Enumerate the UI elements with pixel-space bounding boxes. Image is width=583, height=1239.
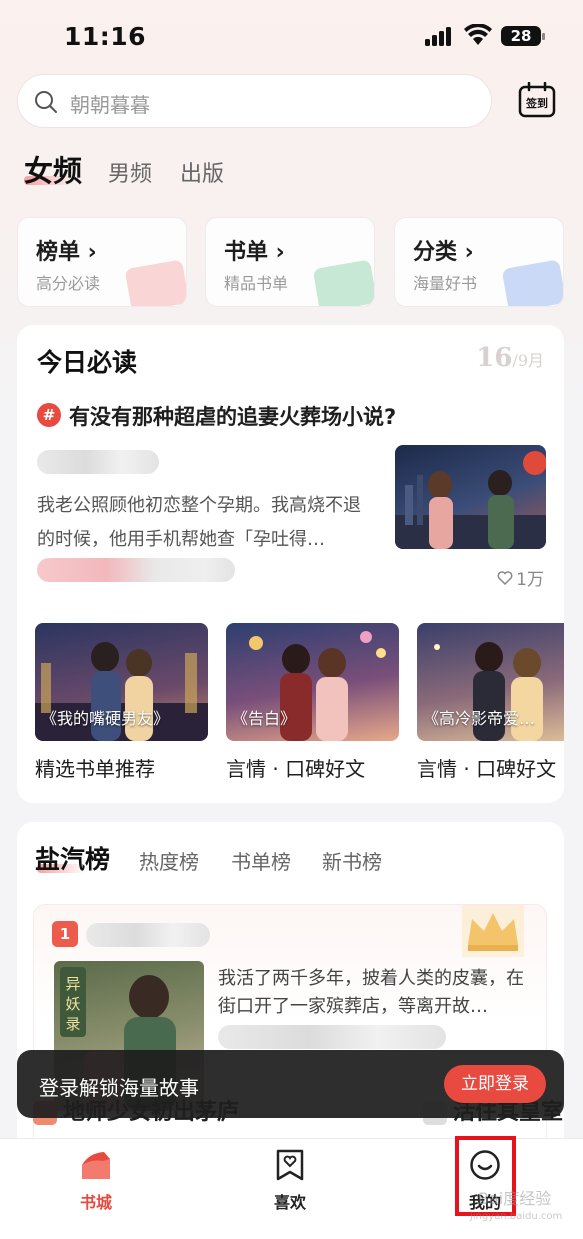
watermark-url: jingyan.baidu.com [470, 1211, 563, 1222]
topic-excerpt[interactable]: 我老公照顾他初恋整个孕期。我高烧不退的时候，他用手机帮她查「孕吐得… [37, 489, 377, 557]
booklist-entry-subtitle: 精品书单 [224, 274, 289, 293]
list-icon [312, 259, 374, 306]
booklist-label: 言情 · 口碑好文 [417, 757, 557, 781]
ranking-entry-subtitle: 高分必读 [36, 274, 101, 293]
topic-cover-image[interactable] [395, 445, 546, 549]
crown-icon [462, 905, 524, 957]
today-title: 今日必读 [37, 348, 138, 377]
heart-icon [497, 571, 513, 585]
ranking-entry-title: 榜单 › [36, 240, 97, 265]
status-time: 11:16 [64, 22, 147, 51]
search-input[interactable]: 朝朝暮暮 [17, 74, 492, 128]
tab-favorites-label: 喜欢 [273, 1193, 306, 1212]
tab-publish[interactable]: 出版 [180, 156, 224, 188]
bookmark-heart-icon [276, 1149, 304, 1181]
tab-bookstore-label: 书城 [79, 1193, 112, 1212]
signin-label: 签到 [526, 97, 548, 110]
wifi-icon [464, 24, 492, 45]
like-count[interactable]: 1万 [497, 565, 544, 590]
booklist-cover-image: 《告白》 [226, 623, 399, 741]
category-entry-title: 分类 › [413, 240, 474, 265]
battery-icon: 28 [501, 26, 545, 46]
blurred-meta [37, 558, 235, 582]
booklist-label: 精选书单推荐 [35, 757, 155, 781]
tab-male[interactable]: 男频 [108, 156, 152, 188]
blurred-author [37, 450, 159, 474]
login-banner: 登录解锁海量故事 立即登录 [17, 1050, 564, 1118]
booklist-entry-title: 书单 › [224, 240, 285, 265]
booklist-caption: 《告白》 [232, 709, 297, 728]
cover-lettering: 妖 [65, 995, 80, 1013]
rank-tab-hot[interactable]: 热度榜 [139, 846, 199, 875]
book-description: 我活了两千多年，披着人类的皮囊，在街口开了一家殡葬店，等离开故… [218, 968, 524, 1017]
cover-lettering: 异 [65, 975, 80, 993]
watermark: Bai度经验 [478, 1189, 552, 1208]
booklist-row: 《我的嘴硬男友》 精选书单推荐 《告白》 言情 · 口碑好文 《高冷影帝爱… 言… [35, 623, 564, 783]
rank-tab-yanqi[interactable]: 盐汽榜 [35, 840, 110, 876]
booklist-cover-image: 《我的嘴硬男友》 [35, 623, 208, 741]
blurred-book-title [86, 923, 210, 947]
blurred-book-meta [218, 1025, 446, 1049]
booklist-cover-image: 《高冷影帝爱… [417, 623, 564, 741]
rank-tab-booklist[interactable]: 书单榜 [231, 846, 291, 875]
topic-title[interactable]: 有没有那种超虐的追妻火葬场小说? [69, 401, 396, 431]
bookstore-icon [82, 1152, 110, 1179]
rank-number: 1 [52, 921, 78, 947]
cellular-signal-icon [425, 27, 455, 46]
hashtag-icon: # [37, 403, 61, 427]
category-entry-subtitle: 海量好书 [413, 274, 478, 293]
today-must-read-card: 今日必读 16/9月 # 有没有那种超虐的追妻火葬场小说? 我老公照顾他初恋整个… [17, 325, 564, 803]
rank-tab-new[interactable]: 新书榜 [322, 846, 382, 875]
login-banner-text: 登录解锁海量故事 [39, 1076, 199, 1100]
like-count-value: 1万 [516, 570, 544, 590]
booklist-entry-card[interactable]: 书单 › 精品书单 [205, 217, 375, 307]
booklist-label: 言情 · 口碑好文 [226, 757, 366, 781]
today-date-month: /9月 [512, 351, 544, 370]
search-placeholder: 朝朝暮暮 [70, 93, 150, 117]
grid-icon [501, 259, 563, 306]
today-date: 16/9月 [476, 343, 544, 373]
tab-favorites[interactable]: 喜欢 [230, 1149, 350, 1213]
tab-female[interactable]: 女频 [24, 148, 82, 190]
booklist-caption: 《我的嘴硬男友》 [41, 709, 170, 728]
today-date-day: 16 [476, 343, 513, 373]
search-icon [35, 91, 57, 113]
status-bar: 11:16 28 [0, 0, 583, 72]
category-entry-card[interactable]: 分类 › 海量好书 [394, 217, 564, 307]
signin-button[interactable]: 签到 [518, 82, 556, 118]
booklist-caption: 《高冷影帝爱… [423, 709, 536, 728]
chart-icon [124, 259, 186, 306]
ranking-entry-card[interactable]: 榜单 › 高分必读 [17, 217, 187, 307]
login-button[interactable]: 立即登录 [444, 1065, 546, 1103]
tab-bookstore[interactable]: 书城 [36, 1149, 156, 1213]
cover-lettering: 录 [65, 1015, 80, 1033]
